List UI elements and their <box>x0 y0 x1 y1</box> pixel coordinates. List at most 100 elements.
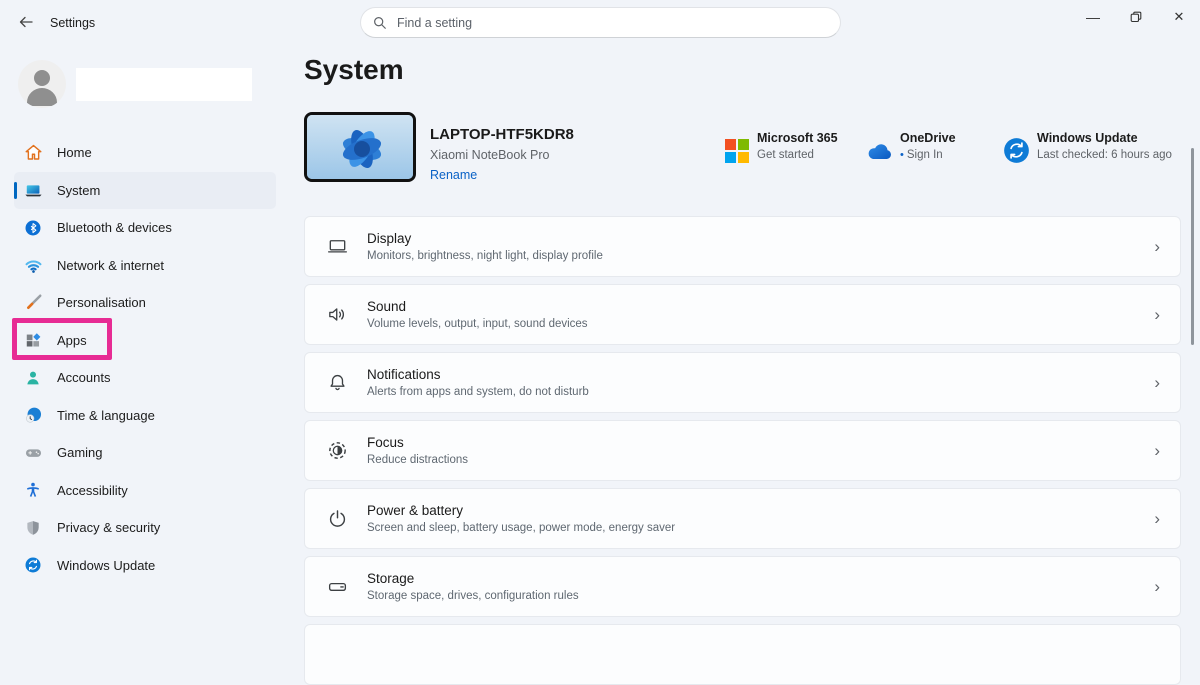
signin-bullet: • <box>900 149 904 161</box>
focus-icon <box>325 439 349 463</box>
search-box[interactable] <box>360 7 841 38</box>
row-notifications[interactable]: Notifications Alerts from apps and syste… <box>304 352 1181 413</box>
row-power-battery[interactable]: Power & battery Screen and sleep, batter… <box>304 488 1181 549</box>
gaming-icon <box>23 443 43 463</box>
row-title: Focus <box>367 435 468 450</box>
sidebar-item-label: System <box>57 183 100 198</box>
microsoft-365-card[interactable]: Microsoft 365 Get started <box>757 131 838 161</box>
sidebar-item-label: Network & internet <box>57 258 164 273</box>
close-button[interactable]: ✕ <box>1164 4 1194 30</box>
chevron-right-icon: › <box>1154 577 1160 597</box>
sidebar-item-label: Gaming <box>57 445 103 460</box>
sidebar-item-label: Personalisation <box>57 295 146 310</box>
sidebar-item-bluetooth-devices[interactable]: Bluetooth & devices <box>14 209 276 247</box>
sidebar-item-label: Bluetooth & devices <box>57 220 172 235</box>
row-title: Power & battery <box>367 503 675 518</box>
minimize-button[interactable]: — <box>1078 4 1108 30</box>
arrow-left-icon <box>18 14 34 30</box>
sidebar-item-label: Accessibility <box>57 483 128 498</box>
status-subtitle: Get started <box>757 149 838 161</box>
row-subtitle: Volume levels, output, input, sound devi… <box>367 318 588 330</box>
accessibility-icon <box>23 480 43 500</box>
chevron-right-icon: › <box>1154 441 1160 461</box>
window-title: Settings <box>50 16 95 30</box>
network-icon <box>23 255 43 275</box>
windows-update-card[interactable]: Windows Update Last checked: 6 hours ago <box>1037 131 1172 161</box>
status-title: Windows Update <box>1037 131 1172 145</box>
device-model: Xiaomi NoteBook Pro <box>430 148 574 162</box>
sidebar-item-gaming[interactable]: Gaming <box>14 434 276 472</box>
row-focus[interactable]: Focus Reduce distractions › <box>304 420 1181 481</box>
system-icon <box>23 180 43 200</box>
sidebar-item-home[interactable]: Home <box>14 134 276 172</box>
time-language-icon <box>23 405 43 425</box>
chevron-right-icon: › <box>1154 509 1160 529</box>
onedrive-card[interactable]: OneDrive •Sign In <box>900 131 956 161</box>
sidebar-item-accessibility[interactable]: Accessibility <box>14 472 276 510</box>
user-name-redacted <box>76 68 252 101</box>
status-subtitle: Last checked: 6 hours ago <box>1037 149 1172 161</box>
sidebar-item-windows-update[interactable]: Windows Update <box>14 547 276 585</box>
power-icon <box>325 507 349 531</box>
sidebar-item-time-language[interactable]: Time & language <box>14 397 276 435</box>
personalisation-icon <box>23 293 43 313</box>
row-title: Display <box>367 231 603 246</box>
row-subtitle: Monitors, brightness, night light, displ… <box>367 250 603 262</box>
row-subtitle: Alerts from apps and system, do not dist… <box>367 386 589 398</box>
rename-link[interactable]: Rename <box>430 168 477 182</box>
chevron-right-icon: › <box>1154 373 1160 393</box>
sidebar-item-privacy-security[interactable]: Privacy & security <box>14 509 276 547</box>
avatar[interactable] <box>18 60 66 108</box>
restore-button[interactable] <box>1121 4 1151 30</box>
sidebar-nav: Home System Bluetooth & devices <box>0 134 290 584</box>
device-thumbnail <box>304 112 416 182</box>
back-button[interactable] <box>12 10 40 34</box>
windows-update-icon <box>23 555 43 575</box>
status-subtitle: •Sign In <box>900 149 956 161</box>
row-subtitle: Storage space, drives, configuration rul… <box>367 590 579 602</box>
sidebar-item-label: Privacy & security <box>57 520 160 535</box>
row-subtitle: Reduce distractions <box>367 454 468 466</box>
search-icon <box>373 16 387 30</box>
chevron-right-icon: › <box>1154 237 1160 257</box>
search-input[interactable] <box>397 16 817 30</box>
sidebar-item-accounts[interactable]: Accounts <box>14 359 276 397</box>
sidebar-item-label: Apps <box>57 333 87 348</box>
titlebar: Settings — ✕ <box>0 0 1200 48</box>
row-subtitle: Screen and sleep, battery usage, power m… <box>367 522 675 534</box>
sidebar-item-personalisation[interactable]: Personalisation <box>14 284 276 322</box>
accounts-icon <box>23 368 43 388</box>
notifications-icon <box>325 371 349 395</box>
apps-icon <box>23 330 43 350</box>
sidebar-item-label: Windows Update <box>57 558 155 573</box>
sidebar-item-label: Time & language <box>57 408 155 423</box>
home-icon <box>23 143 43 163</box>
microsoft-365-icon <box>725 139 749 163</box>
row-title: Storage <box>367 571 579 586</box>
chevron-right-icon: › <box>1154 305 1160 325</box>
restore-icon <box>1130 11 1142 23</box>
page-title: System <box>304 54 404 86</box>
avatar-body <box>27 88 57 106</box>
sidebar-item-network-internet[interactable]: Network & internet <box>14 247 276 285</box>
status-title: Microsoft 365 <box>757 131 838 145</box>
row-title: Notifications <box>367 367 589 382</box>
avatar-head <box>34 70 50 86</box>
privacy-icon <box>23 518 43 538</box>
row-partial[interactable] <box>304 624 1181 685</box>
sound-icon <box>325 303 349 327</box>
sidebar-item-apps[interactable]: Apps <box>14 322 276 360</box>
row-storage[interactable]: Storage Storage space, drives, configura… <box>304 556 1181 617</box>
bluetooth-icon <box>23 218 43 238</box>
scrollbar-thumb[interactable] <box>1191 148 1194 345</box>
storage-icon <box>325 575 349 599</box>
status-title: OneDrive <box>900 131 956 145</box>
row-display[interactable]: Display Monitors, brightness, night ligh… <box>304 216 1181 277</box>
windows-update-status-icon <box>1003 137 1030 169</box>
device-info: LAPTOP-HTF5KDR8 Xiaomi NoteBook Pro Rena… <box>430 126 574 184</box>
row-title: Sound <box>367 299 588 314</box>
sidebar-item-system[interactable]: System <box>14 172 276 210</box>
sidebar-item-label: Home <box>57 145 92 160</box>
sidebar-item-label: Accounts <box>57 370 110 385</box>
row-sound[interactable]: Sound Volume levels, output, input, soun… <box>304 284 1181 345</box>
